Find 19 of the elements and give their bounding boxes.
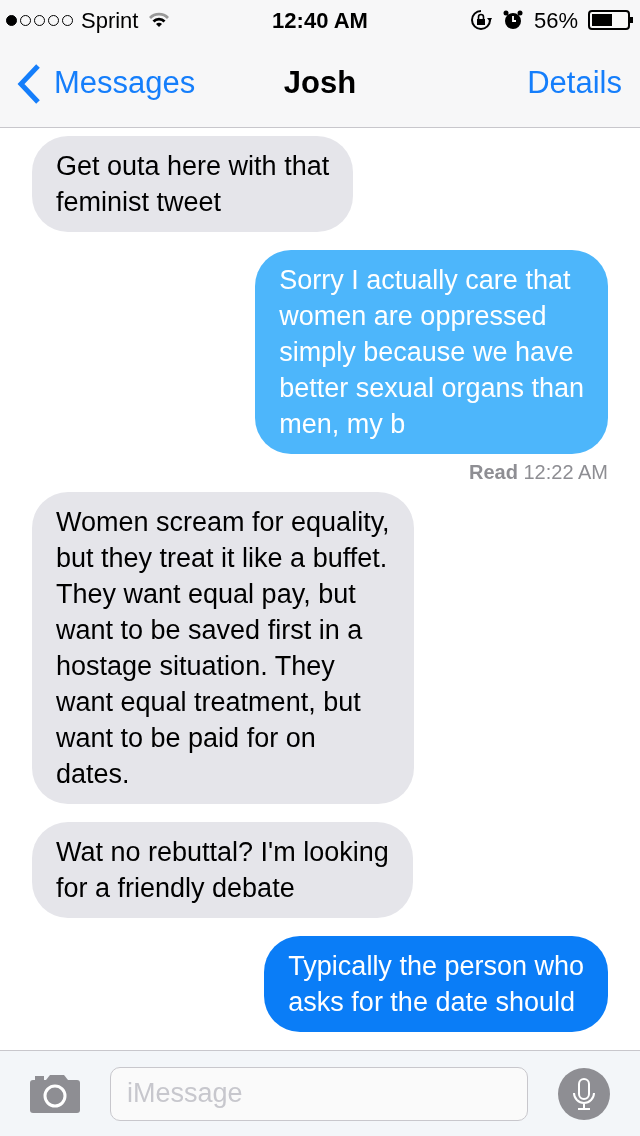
received-message-bubble: Get outa here with that feminist tweet — [32, 136, 354, 232]
received-message-bubble: Women scream for equality, but they treat it like a buffet. They want equal pay, but want to be saved first in a hostage situation. They want equal treatment, but want to be paid for on dates. — [32, 492, 414, 804]
rotation-lock-icon — [469, 9, 492, 31]
carrier-name: Sprint — [81, 6, 139, 35]
sent-message-bubble: Typically the person who asks for the date should — [264, 936, 608, 1032]
details-button[interactable]: Details — [527, 60, 640, 107]
battery-icon — [588, 10, 634, 30]
back-chevron-icon — [16, 62, 42, 105]
battery-percent: 56% — [533, 6, 578, 35]
sent-message-bubble: Sorry I actually care that women are oppressed simply because we have better sexual organs than men, my b — [255, 250, 608, 454]
contact-name: Josh — [283, 64, 357, 103]
back-button[interactable]: Messages — [0, 60, 196, 107]
microphone-icon[interactable] — [558, 1067, 610, 1120]
clock-time: 12:40 AM — [272, 6, 368, 35]
camera-icon[interactable] — [30, 1074, 80, 1113]
wifi-icon — [148, 11, 171, 29]
received-message-bubble: Wat no rebuttal? I'm looking for a friendly debate — [32, 822, 413, 918]
alarm-icon — [501, 9, 524, 31]
read-receipt: Read 12:22 AM — [469, 460, 608, 484]
